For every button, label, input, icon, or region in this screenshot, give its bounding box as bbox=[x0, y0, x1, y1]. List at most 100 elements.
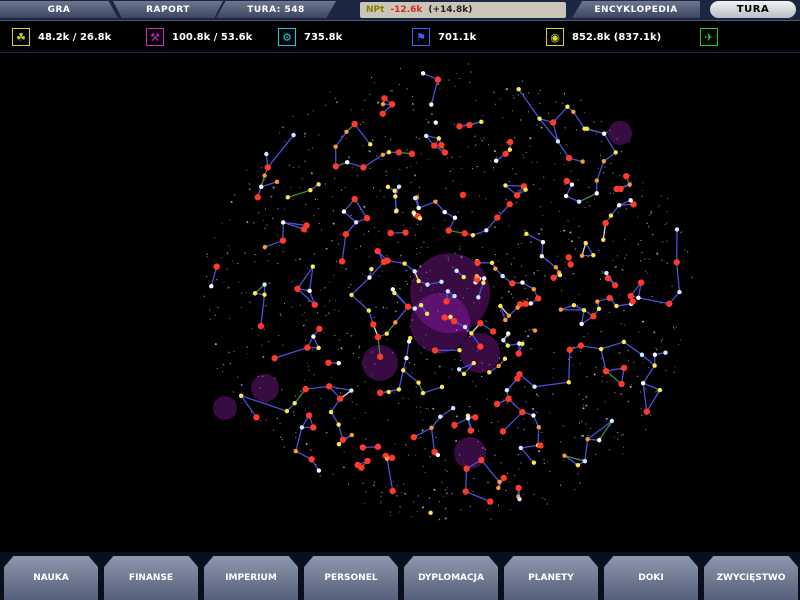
star-system[interactable] bbox=[344, 160, 350, 165]
star-system[interactable] bbox=[575, 462, 581, 468]
star-system[interactable] bbox=[420, 390, 426, 396]
star-system[interactable] bbox=[308, 456, 315, 463]
star-system[interactable] bbox=[279, 237, 287, 244]
star-system[interactable] bbox=[489, 260, 495, 265]
tab-planety[interactable]: PLANETY bbox=[504, 556, 598, 600]
star-system[interactable] bbox=[325, 359, 332, 366]
star-system[interactable] bbox=[571, 303, 577, 308]
star-system[interactable] bbox=[515, 305, 520, 310]
star-system[interactable] bbox=[620, 364, 628, 372]
star-system[interactable] bbox=[439, 279, 444, 285]
star-system[interactable] bbox=[520, 341, 525, 346]
star-system[interactable] bbox=[562, 453, 567, 458]
star-system[interactable] bbox=[332, 163, 340, 170]
star-system[interactable] bbox=[565, 154, 573, 162]
star-system[interactable] bbox=[663, 350, 668, 355]
star-system[interactable] bbox=[516, 87, 521, 92]
star-system[interactable] bbox=[262, 292, 267, 297]
star-system[interactable] bbox=[486, 498, 494, 505]
star-system[interactable] bbox=[417, 216, 423, 221]
star-system[interactable] bbox=[336, 361, 342, 366]
star-system[interactable] bbox=[376, 389, 384, 397]
star-system[interactable] bbox=[385, 184, 391, 190]
star-system[interactable] bbox=[611, 282, 619, 289]
star-system[interactable] bbox=[474, 259, 481, 267]
star-system[interactable] bbox=[558, 307, 564, 312]
star-system[interactable] bbox=[359, 444, 367, 451]
menu-raport-button[interactable]: RAPORT bbox=[113, 1, 223, 18]
star-system[interactable] bbox=[461, 230, 468, 237]
star-system[interactable] bbox=[602, 131, 607, 136]
star-system[interactable] bbox=[292, 400, 297, 406]
star-system[interactable] bbox=[602, 219, 609, 227]
star-system[interactable] bbox=[579, 321, 584, 327]
star-system[interactable] bbox=[531, 460, 537, 465]
star-system[interactable] bbox=[401, 368, 406, 373]
star-system[interactable] bbox=[253, 414, 260, 421]
star-system[interactable] bbox=[299, 425, 305, 430]
star-system[interactable] bbox=[462, 488, 469, 495]
star-system[interactable] bbox=[550, 274, 557, 281]
star-system[interactable] bbox=[494, 214, 501, 221]
star-system[interactable] bbox=[540, 239, 546, 245]
star-system[interactable] bbox=[539, 253, 545, 259]
star-system[interactable] bbox=[438, 414, 443, 419]
star-system[interactable] bbox=[386, 150, 392, 155]
star-system[interactable] bbox=[452, 293, 457, 299]
star-system[interactable] bbox=[450, 405, 456, 411]
star-system[interactable] bbox=[566, 346, 573, 353]
star-system[interactable] bbox=[336, 441, 342, 447]
star-system[interactable] bbox=[459, 191, 467, 199]
star-system[interactable] bbox=[443, 298, 450, 305]
star-system[interactable] bbox=[381, 95, 388, 102]
star-system[interactable] bbox=[238, 393, 244, 398]
star-system[interactable] bbox=[537, 116, 542, 121]
star-system[interactable] bbox=[434, 76, 442, 83]
star-system[interactable] bbox=[519, 408, 526, 416]
star-system[interactable] bbox=[466, 121, 473, 129]
star-system[interactable] bbox=[254, 194, 261, 201]
star-system[interactable] bbox=[351, 120, 358, 128]
star-system[interactable] bbox=[604, 270, 609, 276]
resource-research[interactable]: ⚙ 735.8k bbox=[278, 28, 342, 46]
star-system[interactable] bbox=[518, 445, 523, 451]
star-system[interactable] bbox=[601, 237, 606, 242]
star-system[interactable] bbox=[284, 408, 290, 414]
star-system[interactable] bbox=[252, 291, 258, 296]
star-system[interactable] bbox=[442, 210, 447, 215]
star-system[interactable] bbox=[294, 285, 301, 293]
star-system[interactable] bbox=[410, 433, 418, 441]
star-system[interactable] bbox=[316, 325, 323, 333]
star-system[interactable] bbox=[438, 141, 445, 149]
star-system[interactable] bbox=[418, 302, 424, 308]
star-system[interactable] bbox=[640, 380, 646, 386]
star-system[interactable] bbox=[387, 229, 394, 237]
star-system[interactable] bbox=[618, 380, 625, 388]
star-system[interactable] bbox=[500, 273, 505, 279]
star-system[interactable] bbox=[425, 282, 430, 287]
star-system[interactable] bbox=[520, 280, 525, 285]
star-system[interactable] bbox=[274, 179, 280, 184]
tab-imperium[interactable]: IMPERIUM bbox=[204, 556, 298, 600]
resource-influence[interactable]: ◉ 852.8k (837.1k) bbox=[546, 28, 661, 46]
star-system[interactable] bbox=[506, 331, 511, 336]
star-system[interactable] bbox=[456, 367, 462, 372]
star-system[interactable] bbox=[628, 198, 633, 203]
star-system[interactable] bbox=[364, 457, 371, 465]
star-system[interactable] bbox=[461, 371, 467, 377]
star-system[interactable] bbox=[602, 367, 610, 375]
star-system[interactable] bbox=[509, 280, 516, 287]
star-system[interactable] bbox=[307, 288, 312, 294]
star-system[interactable] bbox=[257, 322, 265, 330]
star-system[interactable] bbox=[493, 400, 501, 408]
star-system[interactable] bbox=[493, 266, 498, 271]
star-system[interactable] bbox=[416, 278, 421, 284]
star-system[interactable] bbox=[316, 345, 321, 350]
star-system[interactable] bbox=[407, 335, 413, 341]
star-system[interactable] bbox=[433, 199, 438, 204]
star-system[interactable] bbox=[384, 257, 391, 264]
end-turn-button[interactable]: TURA bbox=[710, 1, 796, 18]
star-system[interactable] bbox=[590, 313, 597, 320]
star-system[interactable] bbox=[428, 510, 433, 516]
star-system[interactable] bbox=[368, 142, 373, 147]
